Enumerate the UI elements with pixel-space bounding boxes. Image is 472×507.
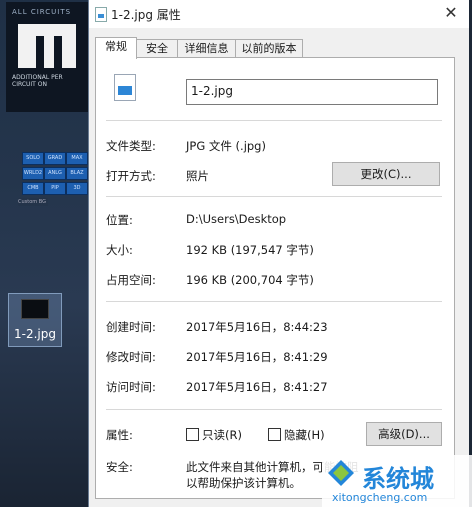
grid-label: Custom BG — [18, 198, 48, 206]
watermark-brand: 系统城 — [362, 465, 434, 493]
location-value: D:\Users\Desktop — [186, 212, 287, 226]
tab-security[interactable]: 安全 — [136, 39, 178, 58]
grid-cell: SOLO — [22, 152, 44, 165]
file-type-label: 文件类型: — [106, 139, 156, 153]
banner-text: ALL CIRCUITS — [12, 8, 72, 16]
open-with-label: 打开方式: — [106, 169, 156, 183]
readonly-checkbox[interactable] — [186, 428, 199, 441]
grid-cell: MAX — [66, 152, 88, 165]
grid-cell: WRLD2 — [22, 167, 44, 180]
tab-previous-versions[interactable]: 以前的版本 — [235, 39, 303, 58]
size-on-disk-value: 196 KB (200,704 字节) — [186, 273, 314, 287]
hidden-label[interactable]: 隐藏(H) — [284, 427, 325, 443]
open-with-value: 照片 — [186, 169, 209, 183]
divider — [106, 120, 442, 121]
size-label: 大小: — [106, 243, 133, 257]
accessed-value: 2017年5月16日，8:41:27 — [186, 380, 328, 394]
hidden-checkbox[interactable] — [268, 428, 281, 441]
file-type-value: JPG 文件 (.jpg) — [186, 139, 266, 153]
close-button[interactable]: ✕ — [437, 2, 465, 24]
accessed-label: 访问时间: — [106, 380, 156, 394]
size-value: 192 KB (197,547 字节) — [186, 243, 314, 257]
grid-cell: PIP — [44, 182, 66, 195]
image-thumbnail-icon — [21, 299, 49, 319]
filename-input[interactable]: 1-2.jpg — [186, 79, 438, 105]
grid-cell: GRAD — [44, 152, 66, 165]
attributes-label: 属性: — [106, 428, 133, 442]
size-on-disk-label: 占用空间: — [106, 273, 156, 287]
divider — [106, 409, 442, 410]
title-bar[interactable]: 1-2.jpg 属性 ✕ — [89, 0, 469, 28]
image-file-icon — [95, 7, 107, 22]
windows-logo-icon — [328, 460, 354, 486]
tab-details[interactable]: 详细信息 — [177, 39, 236, 58]
security-text-line2: 以帮助保护该计算机。 — [186, 476, 301, 490]
modified-label: 修改时间: — [106, 350, 156, 364]
desktop-background: ALL CIRCUITS ADDITIONAL PER CIRCUIT ON S… — [0, 0, 88, 507]
wallpaper-grid: SOLO GRAD MAX WRLD2 ANLG BLAZ CMB PIP 3D… — [18, 150, 88, 206]
watermark: 系统城 xitongcheng.com — [322, 455, 472, 507]
file-type-icon — [114, 74, 136, 101]
desktop-file-label: 1-2.jpg — [14, 327, 56, 341]
location-label: 位置: — [106, 213, 133, 227]
readonly-label[interactable]: 只读(R) — [202, 427, 242, 443]
desktop-wallpaper-banner: ALL CIRCUITS ADDITIONAL PER CIRCUIT ON — [6, 2, 88, 112]
general-tab-panel: 1-2.jpg 文件类型: JPG 文件 (.jpg) 打开方式: 照片 更改(… — [95, 57, 455, 499]
divider — [106, 196, 442, 197]
divider — [106, 301, 442, 302]
properties-window: 1-2.jpg 属性 ✕ 常规 安全 详细信息 以前的版本 1-2.jpg 文件… — [88, 0, 469, 507]
created-value: 2017年5月16日，8:44:23 — [186, 320, 328, 334]
banner-logo — [18, 24, 76, 68]
tab-general[interactable]: 常规 — [95, 37, 137, 59]
modified-value: 2017年5月16日，8:41:29 — [186, 350, 328, 364]
advanced-button[interactable]: 高级(D)... — [366, 422, 442, 446]
grid-cell: 3D — [66, 182, 88, 195]
grid-cell: BLAZ — [66, 167, 88, 180]
grid-cell: ANLG — [44, 167, 66, 180]
grid-cell: CMB — [22, 182, 44, 195]
security-label: 安全: — [106, 460, 133, 474]
filename-value: 1-2.jpg — [191, 84, 233, 98]
created-label: 创建时间: — [106, 320, 156, 334]
watermark-url: xitongcheng.com — [332, 491, 428, 504]
window-title: 1-2.jpg 属性 — [111, 8, 181, 22]
change-button[interactable]: 更改(C)... — [332, 162, 440, 186]
banner-subtext: ADDITIONAL PER CIRCUIT ON — [12, 74, 63, 88]
desktop-file-icon[interactable]: 1-2.jpg — [8, 293, 62, 347]
